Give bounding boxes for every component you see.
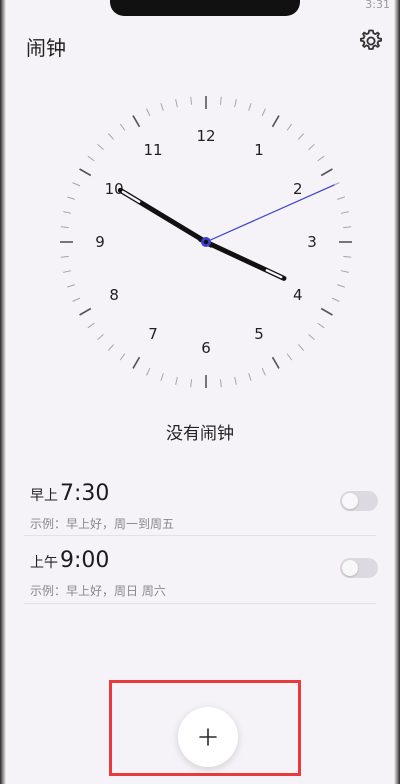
alarm-period: 早上 xyxy=(30,488,58,504)
clock-minute-tick xyxy=(190,96,193,105)
clock-minute-tick xyxy=(175,99,178,108)
clock-numeral: 8 xyxy=(109,286,119,304)
divider xyxy=(24,535,376,536)
clock-minute-tick xyxy=(66,284,75,288)
clock-numeral: 9 xyxy=(95,233,105,251)
alarm-time-line: 上午9:00 xyxy=(30,548,109,573)
clock-hour-tick xyxy=(79,307,92,316)
clock-numeral: 4 xyxy=(293,286,303,304)
clock-minute-tick xyxy=(297,133,305,140)
clock-minute-tick xyxy=(248,102,252,111)
clock-minute-tick xyxy=(337,196,346,200)
screen-edge xyxy=(394,0,400,784)
clock-minute-tick xyxy=(261,108,266,117)
clock-minute-tick xyxy=(60,226,69,229)
clock-minute-tick xyxy=(340,270,349,273)
clock-minute-tick xyxy=(317,155,325,162)
clock-numeral: 6 xyxy=(201,339,211,357)
analog-clock: 121234567891011 xyxy=(60,96,352,388)
add-alarm-button[interactable] xyxy=(178,707,238,767)
clock-minute-tick xyxy=(234,376,237,385)
clock-minute-tick xyxy=(175,376,178,385)
page-title: 闹钟 xyxy=(26,36,66,60)
clock-minute-tick xyxy=(119,353,126,361)
alarm-screen: 3:31 闹钟 12 1 2 3 4 5 6 7 8 9 10 11 没有闹钟 早上7:30 示例：早… xyxy=(0,0,400,784)
clock-numeral: 11 xyxy=(143,141,162,159)
clock-numeral: 12 xyxy=(196,127,215,145)
clock-minute-tick xyxy=(146,367,151,376)
clock-numeral: 1 xyxy=(254,141,264,159)
clock-minute-tick xyxy=(190,379,193,388)
clock-minute-tick xyxy=(72,182,81,187)
alarm-time-line: 早上7:30 xyxy=(30,481,109,506)
clock-minute-tick xyxy=(219,379,222,388)
alarm-toggle[interactable] xyxy=(340,558,378,578)
clock-minute-tick xyxy=(343,255,352,258)
clock-minute-hand-inner xyxy=(121,190,141,203)
clock-minute-tick xyxy=(308,143,315,151)
clock-minute-tick xyxy=(72,297,81,302)
clock-hour-tick xyxy=(132,356,141,369)
clock-hour-tick xyxy=(271,115,280,128)
clock-minute-tick xyxy=(146,108,151,117)
alarm-item-0900[interactable]: 上午9:00 示例：早上好，周日 周六 xyxy=(24,548,394,610)
alarm-time: 9:00 xyxy=(60,548,110,573)
clock-minute-tick xyxy=(97,143,104,151)
gear-icon xyxy=(360,29,382,50)
clock-hands xyxy=(117,184,335,281)
clock-hour-tick xyxy=(271,356,280,369)
status-time: 3:31 xyxy=(365,0,390,11)
clock-minute-tick xyxy=(87,322,95,329)
clock-numeral: 7 xyxy=(148,325,158,343)
alarm-toggle[interactable] xyxy=(340,491,378,511)
clock-hour-tick xyxy=(79,168,92,177)
clock-minute-tick xyxy=(219,96,222,105)
clock-hour-tick xyxy=(320,168,333,177)
clock-minute-tick xyxy=(286,123,293,131)
divider xyxy=(24,603,376,604)
clock-minute-tick xyxy=(60,255,69,258)
plus-icon xyxy=(199,728,217,746)
clock-minute-tick xyxy=(286,353,293,361)
alarm-example: 示例：早上好，周日 周六 xyxy=(30,584,166,598)
clock-minute-tick xyxy=(340,211,349,214)
alarm-time: 7:30 xyxy=(60,481,110,506)
clock-minute-tick xyxy=(308,333,315,341)
alarm-period: 上午 xyxy=(30,555,58,571)
clock-minute-tick xyxy=(63,211,72,214)
clock-minute-tick xyxy=(66,196,75,200)
clock-minute-tick xyxy=(248,373,252,382)
clock-minute-tick xyxy=(331,297,340,302)
clock-minute-tick xyxy=(261,367,266,376)
clock-minute-tick xyxy=(160,102,164,111)
alarm-example: 示例：早上好，周一到周五 xyxy=(30,517,175,531)
screen-edge xyxy=(0,0,6,784)
clock-minute-tick xyxy=(107,344,115,351)
clock-numeral: 3 xyxy=(307,233,317,251)
clock-minute-tick xyxy=(63,270,72,273)
clock-hour-tick xyxy=(132,115,141,128)
clock-minute-tick xyxy=(337,284,346,288)
clock-minute-tick xyxy=(297,344,305,351)
clock-minute-tick xyxy=(160,373,164,382)
clock-minute-tick xyxy=(234,99,237,108)
clock-minute-tick xyxy=(119,123,126,131)
toggle-knob xyxy=(342,560,358,576)
alarm-item-0730[interactable]: 早上7:30 示例：早上好，周一到周五 xyxy=(24,481,394,543)
toggle-knob xyxy=(342,493,358,509)
clock-numeral: 2 xyxy=(293,180,303,198)
clock-minute-tick xyxy=(107,133,115,140)
camera-notch xyxy=(110,0,300,16)
clock-minute-tick xyxy=(97,333,104,341)
clock-minute-tick xyxy=(343,226,352,229)
no-alarm-label: 没有闹钟 xyxy=(166,424,234,444)
clock-center-dot xyxy=(203,239,209,245)
clock-minute-tick xyxy=(87,155,95,162)
clock-hour-tick xyxy=(320,307,333,316)
settings-button[interactable] xyxy=(356,26,386,56)
clock-minute-tick xyxy=(317,322,325,329)
clock-numeral: 5 xyxy=(254,325,264,343)
